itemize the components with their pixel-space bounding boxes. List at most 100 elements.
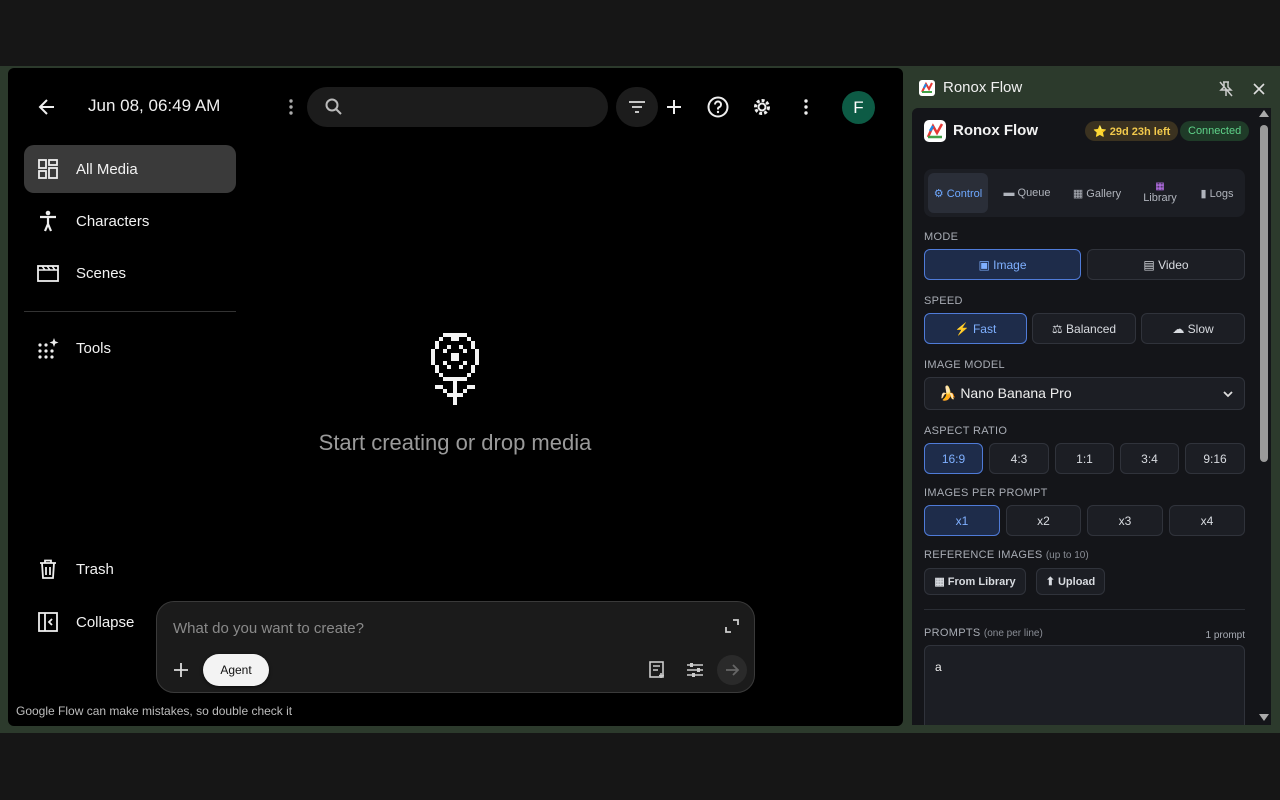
add-media-button[interactable] xyxy=(169,658,193,682)
from-library-button[interactable]: ▦ From Library xyxy=(924,568,1026,595)
ronox-logo-icon xyxy=(919,79,935,96)
prompts-section-label: PROMPTS (one per line) xyxy=(924,627,1043,639)
aspect-1-1-button[interactable]: 1:1 xyxy=(1055,443,1114,474)
expand-button[interactable] xyxy=(720,614,744,638)
unpin-button[interactable] xyxy=(1216,79,1236,99)
panel-scrollbar-thumb[interactable] xyxy=(1260,125,1268,462)
sparkle-grid-icon xyxy=(36,336,60,360)
tab-queue[interactable]: ▬ Queue xyxy=(994,173,1060,213)
prompts-textarea[interactable]: a xyxy=(924,645,1245,725)
gear-icon xyxy=(754,99,770,115)
project-menu-button[interactable] xyxy=(284,95,298,119)
pixel-flower-icon xyxy=(431,333,479,405)
empty-state-text: Start creating or drop media xyxy=(318,430,592,455)
prompts-label: PROMPTS xyxy=(924,627,981,639)
search-input[interactable] xyxy=(353,95,593,119)
side-panel-title: Ronox Flow xyxy=(943,79,1023,96)
images-x1-button[interactable]: x1 xyxy=(924,505,1000,536)
plus-icon xyxy=(174,663,188,677)
prompt-library-button[interactable] xyxy=(646,658,670,682)
nav-item-scenes[interactable]: Scenes xyxy=(24,249,236,297)
aspect-ratio-section-label: ASPECT RATIO xyxy=(924,425,1008,437)
side-panel-header: Ronox Flow xyxy=(919,79,1022,96)
close-panel-button[interactable] xyxy=(1249,79,1269,99)
aspect-4-3-button[interactable]: 4:3 xyxy=(989,443,1049,474)
aspect-9-16-button[interactable]: 9:16 xyxy=(1185,443,1245,474)
document-add-icon xyxy=(649,661,664,678)
arrow-right-icon xyxy=(726,664,740,676)
upload-button[interactable]: ⬆ Upload xyxy=(1036,568,1105,595)
prompts-hint: (one per line) xyxy=(983,628,1043,639)
aspect-3-4-button[interactable]: 3:4 xyxy=(1120,443,1179,474)
brand-name: Ronox Flow xyxy=(953,122,1038,139)
speed-balanced-button[interactable]: ⚖ Balanced xyxy=(1032,313,1136,344)
tab-library-label: Library xyxy=(1143,192,1177,204)
speed-section-label: SPEED xyxy=(924,295,963,307)
images-x3-button[interactable]: x3 xyxy=(1087,505,1163,536)
filter-icon xyxy=(629,101,645,113)
scroll-up-arrow-icon[interactable] xyxy=(1259,110,1269,117)
nav-label: Tools xyxy=(76,339,112,357)
settings-button[interactable] xyxy=(749,94,775,120)
nav-label: Collapse xyxy=(76,613,135,631)
help-circle-icon xyxy=(707,96,729,118)
chevron-down-icon xyxy=(1223,391,1233,398)
speed-fast-button[interactable]: ⚡ Fast xyxy=(924,313,1027,344)
back-button[interactable] xyxy=(34,94,60,120)
add-button[interactable] xyxy=(661,94,687,120)
more-vertical-icon xyxy=(289,99,293,115)
tab-control[interactable]: ⚙ Control xyxy=(928,173,988,213)
nav-item-all-media[interactable]: All Media xyxy=(24,145,236,193)
images-x2-button[interactable]: x2 xyxy=(1006,505,1081,536)
send-button[interactable] xyxy=(717,655,747,685)
grid-icon xyxy=(36,157,60,181)
clapperboard-icon xyxy=(36,261,60,285)
tab-logs[interactable]: ▮ Logs xyxy=(1192,173,1242,213)
ronox-logo-icon xyxy=(924,120,946,142)
prompt-composer: Agent xyxy=(156,601,755,693)
arrow-left-icon xyxy=(38,99,54,115)
image-model-section-label: IMAGE MODEL xyxy=(924,359,1005,371)
person-icon xyxy=(36,209,60,233)
aspect-16-9-button[interactable]: 16:9 xyxy=(924,443,983,474)
agent-button[interactable]: Agent xyxy=(203,654,269,686)
panel-tabs: ⚙ Control ▬ Queue ▦ Gallery ▦ Library ▮ … xyxy=(924,169,1245,217)
images-x4-button[interactable]: x4 xyxy=(1169,505,1245,536)
mode-video-button[interactable]: ▤ Video xyxy=(1087,249,1245,280)
nav-item-tools[interactable]: Tools xyxy=(24,324,236,372)
time-left-badge: ⭐ 29d 23h left xyxy=(1085,121,1179,141)
scroll-down-arrow-icon[interactable] xyxy=(1259,714,1269,721)
images-per-prompt-section-label: IMAGES PER PROMPT xyxy=(924,487,1048,499)
search-box[interactable] xyxy=(307,87,608,127)
empty-state: Start creating or drop media xyxy=(255,333,655,456)
close-icon xyxy=(1253,83,1265,95)
disclaimer-text: Google Flow can make mistakes, so double… xyxy=(16,704,293,718)
collapse-panel-icon xyxy=(36,610,60,634)
filter-button[interactable] xyxy=(616,87,658,127)
more-vertical-icon xyxy=(804,99,808,115)
tab-gallery[interactable]: ▦ Gallery xyxy=(1064,173,1130,213)
help-button[interactable] xyxy=(705,94,731,120)
mode-image-button[interactable]: ▣ Image xyxy=(924,249,1081,280)
sliders-icon xyxy=(687,663,703,677)
speed-slow-button[interactable]: ☁ Slow xyxy=(1141,313,1245,344)
reference-images-section-label: REFERENCE IMAGES (up to 10) xyxy=(924,549,1089,561)
prompt-count: 1 prompt xyxy=(1205,630,1245,641)
nav-label: Trash xyxy=(76,560,114,578)
connection-status-badge: Connected xyxy=(1180,121,1250,141)
nav-label: Scenes xyxy=(76,264,127,282)
settings-sliders-button[interactable] xyxy=(683,658,707,682)
nav-label: Characters xyxy=(76,212,150,230)
desktop-bottom-band xyxy=(0,733,1280,800)
nav-item-trash[interactable]: Trash xyxy=(24,545,236,593)
desktop-top-band xyxy=(0,0,1280,66)
tab-library[interactable]: ▦ Library xyxy=(1132,173,1188,213)
prompt-input[interactable] xyxy=(173,616,693,640)
image-model-select[interactable]: 🍌 Nano Banana Pro xyxy=(924,377,1245,410)
ronox-panel: Ronox Flow ⭐ 29d 23h left Connected ⚙ Co… xyxy=(912,108,1257,725)
account-avatar[interactable]: F xyxy=(842,91,875,124)
nav-item-characters[interactable]: Characters xyxy=(24,197,236,245)
search-icon xyxy=(325,98,342,115)
more-button[interactable] xyxy=(793,94,819,120)
image-model-value: 🍌 Nano Banana Pro xyxy=(939,385,1072,401)
